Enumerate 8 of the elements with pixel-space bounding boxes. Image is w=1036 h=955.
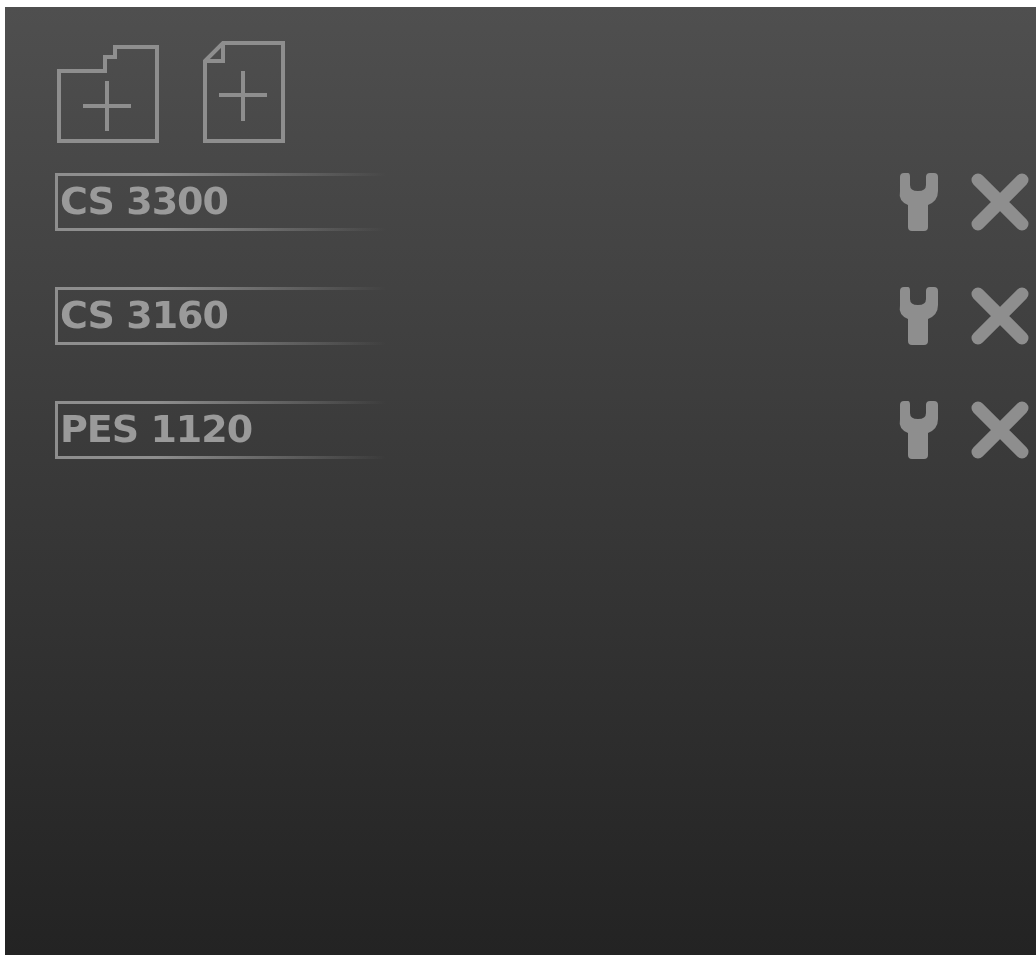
close-icon (970, 400, 1030, 460)
file-plus-icon (201, 39, 287, 145)
close-button[interactable] (970, 172, 1030, 232)
close-button[interactable] (970, 400, 1030, 460)
close-button[interactable] (970, 286, 1030, 346)
close-icon (970, 286, 1030, 346)
close-icon (970, 172, 1030, 232)
new-file-button[interactable] (201, 39, 287, 145)
